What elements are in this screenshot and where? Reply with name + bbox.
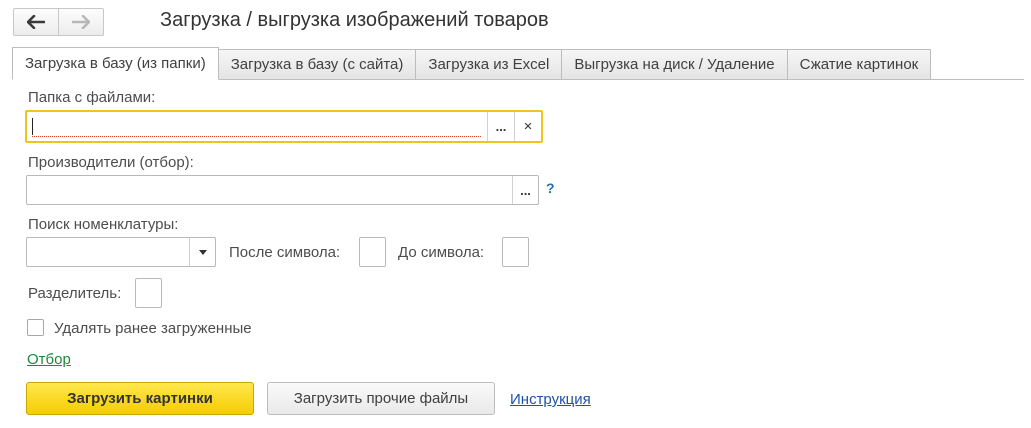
separator-label: Разделитель: [28,285,122,302]
manufacturers-label: Производители (отбор): [28,154,194,171]
tab-bar: Загрузка в базу (из папки) Загрузка в ба… [12,47,932,80]
forward-button[interactable] [58,9,103,35]
manufacturers-choose-button[interactable]: ... [512,176,538,204]
triangle-down-icon [198,249,207,255]
tab-load-from-site[interactable]: Загрузка в базу (с сайта) [218,49,417,80]
folder-field[interactable]: ... × [25,110,543,143]
required-underline [32,136,481,137]
tab-load-from-folder[interactable]: Загрузка в базу (из папки) [12,47,219,80]
instruction-link[interactable]: Инструкция [510,391,591,408]
folder-clear-button[interactable]: × [514,112,541,141]
search-select[interactable] [26,237,216,267]
after-symbol-label: После символа: [229,244,341,261]
load-other-files-button[interactable]: Загрузить прочие файлы [267,382,495,415]
tab-compress-images[interactable]: Сжатие картинок [787,49,932,80]
delete-previous-checkbox[interactable] [27,319,44,336]
before-symbol-input[interactable] [502,237,529,267]
navigation-buttons [13,8,104,36]
filter-link[interactable]: Отбор [27,351,71,368]
load-images-button[interactable]: Загрузить картинки [26,382,254,415]
delete-previous-label: Удалять ранее загруженные [54,320,252,337]
text-caret [32,118,33,135]
after-symbol-input[interactable] [359,237,386,267]
tab-export-delete[interactable]: Выгрузка на диск / Удаление [562,49,788,80]
before-symbol-label: До символа: [398,244,485,261]
folder-choose-button[interactable]: ... [487,112,514,141]
back-button[interactable] [14,9,58,35]
tab-load-from-excel[interactable]: Загрузка из Excel [416,49,563,80]
arrow-left-icon [27,15,45,29]
arrow-right-icon [72,15,90,29]
manufacturers-field[interactable]: ... [26,175,539,205]
window-title: Загрузка / выгрузка изображений товаров [160,9,549,31]
help-icon[interactable]: ? [546,180,555,196]
search-dropdown-button[interactable] [189,238,215,266]
separator-input[interactable] [135,278,162,308]
folder-label: Папка с файлами: [28,89,156,106]
search-label: Поиск номенклатуры: [28,216,179,233]
